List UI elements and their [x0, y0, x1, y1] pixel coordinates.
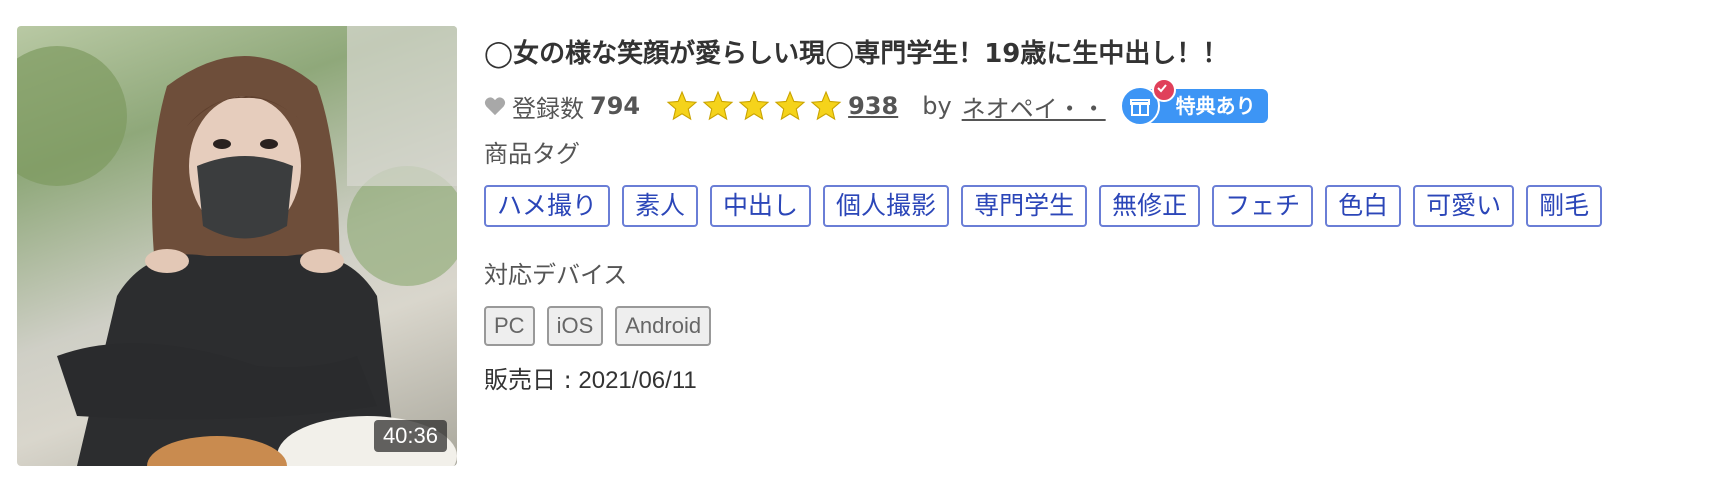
tag-item[interactable]: 色白: [1325, 185, 1402, 227]
product-thumbnail[interactable]: 40:36: [17, 26, 457, 466]
tag-item[interactable]: ハメ撮り: [484, 185, 611, 227]
device-badge-pc: PC: [484, 306, 535, 346]
tag-item[interactable]: 専門学生: [961, 185, 1088, 227]
favorites-count: 794: [590, 92, 641, 120]
tags-heading: 商品タグ: [484, 140, 580, 168]
rating-stars[interactable]: [666, 90, 846, 122]
product-title[interactable]: ◯女の様な笑顔が愛らしい現◯専門学生！19歳に生中出し！！: [484, 34, 1704, 74]
release-label: 販売日 :: [484, 366, 572, 394]
tag-item[interactable]: 可愛い: [1413, 185, 1515, 227]
tag-item[interactable]: 剛毛: [1526, 185, 1603, 227]
heart-icon[interactable]: [484, 96, 506, 116]
author-link[interactable]: ネオペイ・・: [962, 89, 1106, 124]
duration-badge: 40:36: [373, 420, 447, 452]
tag-item[interactable]: 素人: [622, 185, 699, 227]
device-list: PC iOS Android: [484, 306, 1704, 346]
tag-item[interactable]: フェチ: [1212, 185, 1314, 227]
device-badge-ios: iOS: [546, 306, 604, 346]
tag-item[interactable]: 無修正: [1099, 185, 1201, 227]
thumbnail-image: [17, 26, 457, 466]
device-badge-android: Android: [615, 306, 712, 346]
star-icon: [738, 90, 770, 121]
release-info: 販売日 : 2021/06/11: [484, 360, 1704, 395]
star-icon: [810, 90, 842, 121]
tokuten-badge[interactable]: 特典あり: [1119, 78, 1268, 126]
star-icon: [666, 90, 698, 121]
tag-list: ハメ撮り 素人 中出し 個人撮影 専門学生 無修正 フェチ 色白 可愛い 剛毛: [484, 185, 1704, 227]
devices-heading: 対応デバイス: [484, 261, 628, 289]
check-badge-icon: [1151, 78, 1176, 102]
release-date: 2021/06/11: [578, 367, 697, 394]
product-info: ◯女の様な笑顔が愛らしい現◯専門学生！19歳に生中出し！！ 登録数 794 93…: [484, 26, 1704, 395]
rating-count-link[interactable]: 938: [848, 92, 898, 120]
by-label: by: [922, 92, 952, 120]
product-meta: 登録数 794 938 by ネオペイ・・ 特典あり: [484, 78, 1704, 130]
favorites-label: 登録数: [512, 94, 584, 123]
star-icon: [774, 90, 806, 121]
tag-item[interactable]: 個人撮影: [823, 185, 950, 227]
star-icon: [702, 90, 734, 121]
tag-item[interactable]: 中出し: [710, 185, 812, 227]
